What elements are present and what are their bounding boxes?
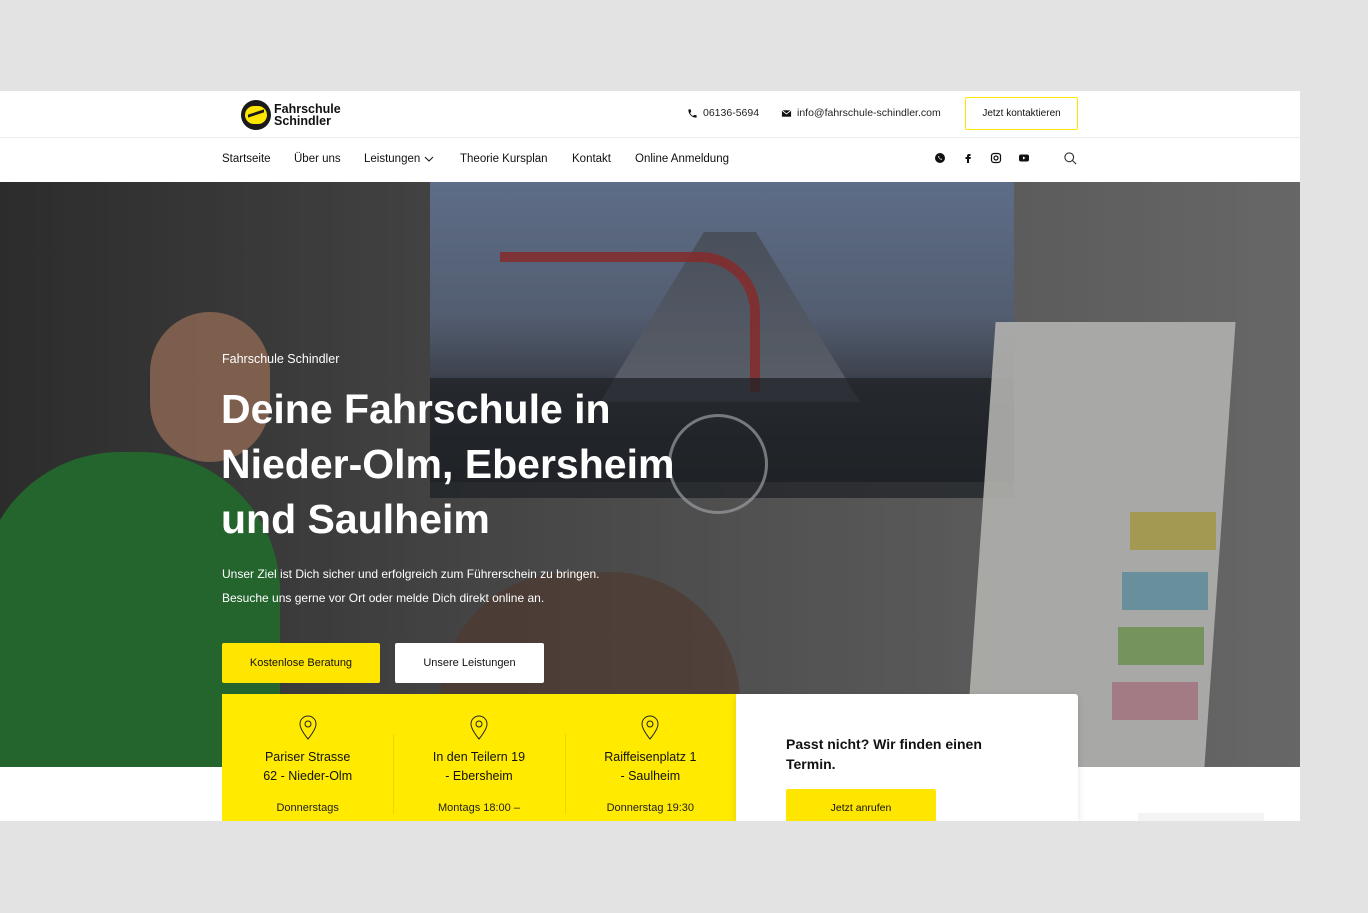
location-nieder-olm: Pariser Strasse 62 - Nieder-Olm Donnerst… xyxy=(222,694,393,821)
phone-icon xyxy=(688,108,697,118)
address-line-2: - Ebersheim xyxy=(445,769,513,783)
logo-text: Fahrschule Schindler xyxy=(274,103,341,128)
hero-section: Fahrschule Schindler Deine Fahrschule in… xyxy=(0,182,1300,767)
nav-label: Startseite xyxy=(222,153,271,165)
address-line-1: In den Teilern 19 xyxy=(432,750,526,764)
nav-label: Über uns xyxy=(294,153,341,165)
nav-label: Kontakt xyxy=(572,153,611,165)
hero-subline-1: Unser Ziel ist Dich sicher und erfolgrei… xyxy=(222,567,600,581)
free-consultation-button[interactable]: Kostenlose Beratung xyxy=(222,643,380,683)
location-address: In den Teilern 19 - Ebersheim xyxy=(393,748,564,786)
nav-theorie-kursplan[interactable]: Theorie Kursplan xyxy=(460,153,548,165)
whatsapp-icon[interactable] xyxy=(934,152,946,164)
address-line-2: - Saulheim xyxy=(620,769,681,783)
nav-online-anmeldung[interactable]: Online Anmeldung xyxy=(635,153,729,165)
location-ebersheim: In den Teilern 19 - Ebersheim Montags 18… xyxy=(393,694,564,821)
hero-subline-2: Besuche uns gerne vor Ort oder melde Dic… xyxy=(222,591,545,605)
nav-label: Theorie Kursplan xyxy=(460,153,548,165)
call-now-button[interactable]: Jetzt anrufen xyxy=(786,789,936,821)
hero-headline: Deine Fahrschule in Nieder-Olm, Ebershei… xyxy=(221,386,675,542)
facebook-icon[interactable] xyxy=(962,152,974,164)
search-icon[interactable] xyxy=(1063,151,1078,166)
location-address: Raiffeisenplatz 1 - Saulheim xyxy=(565,748,736,786)
address-line-1: Raiffeisenplatz 1 xyxy=(604,750,697,764)
location-address: Pariser Strasse 62 - Nieder-Olm xyxy=(222,748,393,786)
services-button[interactable]: Unsere Leistungen xyxy=(395,643,544,683)
location-saulheim: Raiffeisenplatz 1 - Saulheim Donnerstag … xyxy=(564,694,736,821)
location-hours: Montags 18:00 – xyxy=(438,802,520,814)
logo-line-2: Schindler xyxy=(274,114,331,128)
instagram-icon[interactable] xyxy=(990,152,1002,164)
nav-label: Online Anmeldung xyxy=(635,153,729,165)
map-pin-icon xyxy=(470,715,488,740)
logo-mark-icon xyxy=(241,100,271,130)
location-hours: Donnerstags xyxy=(276,802,339,814)
youtube-icon[interactable] xyxy=(1018,152,1030,164)
address-line-2: 62 - Nieder-Olm xyxy=(263,769,353,783)
appointment-title: Passt nicht? Wir finden einen Termin. xyxy=(786,736,982,772)
appointment-card: Passt nicht? Wir finden einen Termin. Je… xyxy=(736,694,1078,821)
nav-kontakt[interactable]: Kontakt xyxy=(572,153,611,165)
mail-icon xyxy=(781,109,792,117)
email-link[interactable]: info@fahrschule-schindler.com xyxy=(781,107,941,119)
nav-ueber-uns[interactable]: Über uns xyxy=(294,153,341,165)
map-pin-icon xyxy=(641,715,659,740)
nav-label: Leistungen xyxy=(364,153,421,165)
floating-widget xyxy=(1138,813,1264,821)
top-bar: Fahrschule Schindler 06136-5694 info@fah… xyxy=(0,91,1300,138)
locations-panel: Pariser Strasse 62 - Nieder-Olm Donnerst… xyxy=(222,694,736,821)
location-hours: Donnerstag 19:30 xyxy=(606,802,695,814)
nav-startseite[interactable]: Startseite xyxy=(222,153,271,165)
phone-link[interactable]: 06136-5694 xyxy=(687,107,759,119)
chevron-down-icon xyxy=(424,156,434,162)
logo[interactable]: Fahrschule Schindler xyxy=(241,100,341,130)
hero-subline: Unser Ziel ist Dich sicher und erfolgrei… xyxy=(222,562,672,610)
nav-leistungen[interactable]: Leistungen xyxy=(364,153,434,165)
map-pin-icon xyxy=(299,715,317,740)
hero-eyebrow: Fahrschule Schindler xyxy=(222,352,340,366)
main-nav: Startseite Über uns Leistungen Theorie K… xyxy=(0,138,1300,182)
browser-page: Fahrschule Schindler 06136-5694 info@fah… xyxy=(0,91,1300,821)
phone-number: 06136-5694 xyxy=(703,107,760,119)
contact-button[interactable]: Jetzt kontaktieren xyxy=(965,97,1078,130)
email-address: info@fahrschule-schindler.com xyxy=(797,107,941,119)
address-line-1: Pariser Strasse xyxy=(264,750,351,764)
